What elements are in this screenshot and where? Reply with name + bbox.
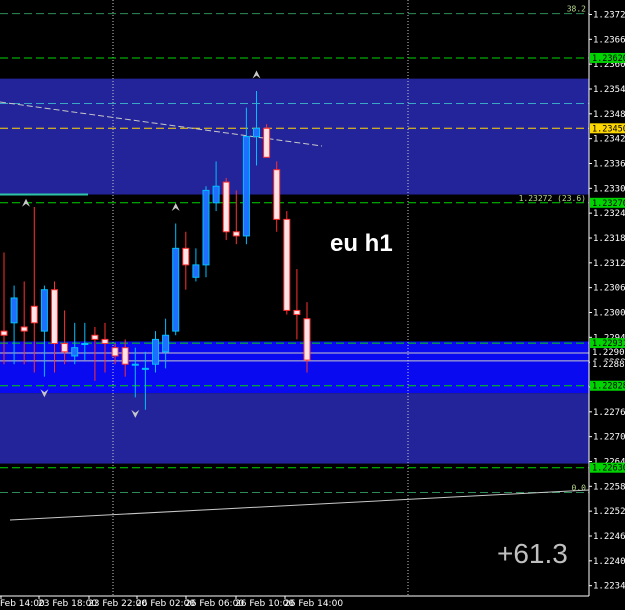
price-tick-label: 1.23065 [593, 284, 625, 294]
candle-body [273, 169, 281, 220]
candle-body [222, 181, 230, 233]
candle-body [71, 347, 79, 357]
candle-body [283, 218, 291, 311]
price-tag-label: 1.22630 [592, 464, 625, 474]
candle-body [253, 127, 260, 138]
candle-body [131, 363, 139, 366]
candle-20 [202, 186, 210, 278]
candle-body [293, 309, 301, 316]
candle-body [111, 347, 119, 357]
candle-body [51, 289, 58, 345]
price-tick-label: 1.23665 [593, 35, 625, 45]
price-tick-label: 1.23185 [593, 234, 625, 244]
price-tick-label: 1.23485 [593, 110, 625, 120]
candle-body [40, 289, 48, 332]
time-axis: Feb 14:0023 Feb 18:0023 Feb 22:0026 Feb … [0, 595, 589, 609]
price-tick-label: 1.23365 [593, 159, 625, 169]
price-tick-label: 1.23725 [593, 10, 625, 20]
fractal-arrow-3 [171, 202, 180, 211]
candle-body [303, 318, 311, 361]
price-tick-label: 1.22765 [593, 408, 625, 418]
candle-body [192, 264, 200, 278]
price-tick-label: 1.23425 [593, 135, 625, 145]
candle-body [242, 136, 250, 237]
price-tick-label: 1.22525 [593, 507, 625, 517]
price-tick-label: 1.22705 [593, 433, 625, 443]
supply-demand-zones [0, 78, 589, 464]
candle-body [121, 347, 129, 365]
zone-0 [0, 78, 589, 195]
candle-22 [222, 177, 230, 241]
candle-body [152, 338, 159, 365]
current-price-label: 1.22888 [592, 360, 625, 370]
candle-17 [172, 223, 180, 336]
price-tick-label: 1.23545 [593, 85, 625, 95]
time-label: 26 Feb 14:00 [284, 599, 343, 609]
trendline-support [9, 489, 590, 521]
price-tag-label: 1.23620 [592, 54, 625, 64]
price-chart[interactable]: 38.21.23272 (23.6)0.0 1.237251.236651.23… [0, 0, 625, 610]
price-tick-label: 1.22405 [593, 557, 625, 567]
candle-28 [283, 211, 291, 315]
level-text-0: 38.2 [567, 5, 586, 14]
candle-body [101, 338, 109, 345]
candle-body [61, 343, 69, 353]
price-tick-label: 1.22345 [593, 582, 625, 592]
candle-19 [192, 248, 200, 282]
fractal-arrow-4 [252, 70, 261, 79]
candle-body [10, 297, 18, 324]
candle-body [20, 326, 28, 332]
level-text-4: 1.23272 (23.6) [519, 194, 586, 203]
candle-body [232, 231, 240, 237]
candle-body [172, 247, 180, 332]
price-tick-label: 1.22585 [593, 482, 625, 492]
candle-23 [232, 190, 240, 245]
candle-body [202, 189, 210, 266]
candle-29 [293, 269, 301, 340]
zone-2 [0, 393, 589, 464]
chart-title: eu h1 [330, 230, 393, 257]
price-tag-label: 1.23450 [592, 124, 625, 134]
price-tick-label: 1.23305 [593, 184, 625, 194]
candle-body [162, 334, 170, 353]
candle-body [182, 247, 190, 266]
pips-readout: +61.3 [497, 538, 568, 569]
price-tag-label: 1.23270 [592, 199, 625, 209]
price-tag-label: 1.22828 [592, 382, 625, 392]
chart-window[interactable]: 38.21.23272 (23.6)0.0 1.237251.236651.23… [0, 0, 625, 610]
candle-body [30, 305, 38, 324]
candle-body [81, 343, 89, 346]
candle-body [141, 367, 149, 370]
price-tick-label: 1.23245 [593, 209, 625, 219]
candle-body [91, 334, 99, 340]
candle-26 [263, 124, 271, 158]
candle-18 [182, 231, 190, 290]
price-tick-label: 1.23125 [593, 259, 625, 269]
price-tick-label: 1.23005 [593, 308, 625, 318]
candle-body [212, 185, 220, 204]
candle-27 [273, 161, 281, 232]
candle-body [263, 127, 271, 158]
current-price-label: 1.22907 [592, 348, 625, 358]
candle-body [0, 330, 8, 336]
price-tick-label: 1.22465 [593, 532, 625, 542]
price-axis: 1.237251.236651.236051.235451.234851.234… [588, 0, 625, 610]
